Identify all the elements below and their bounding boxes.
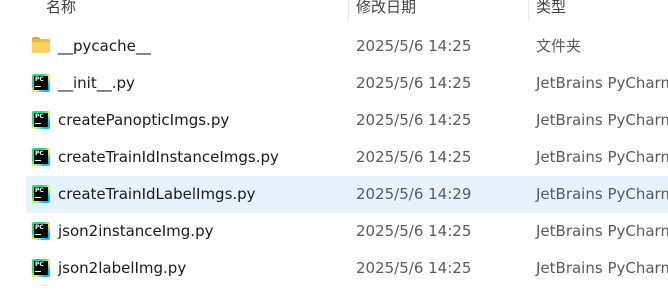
file-type: JetBrains PyCharm <box>536 111 668 129</box>
file-type: JetBrains PyCharm <box>536 74 668 92</box>
file-name: __pycache__ <box>58 37 151 55</box>
file-date: 2025/5/6 14:25 <box>356 222 472 240</box>
file-name: createPanopticImgs.py <box>58 111 230 129</box>
file-name: createTrainIdInstanceImgs.py <box>58 148 279 166</box>
column-header-name[interactable]: 名称 <box>46 0 76 20</box>
column-header-type[interactable]: 类型 <box>536 0 566 20</box>
file-type: JetBrains PyCharm <box>536 185 668 203</box>
column-header-date[interactable]: 修改日期 <box>356 0 416 20</box>
file-date: 2025/5/6 14:25 <box>356 259 472 277</box>
file-type: 文件夹 <box>536 37 582 55</box>
file-row-pycache[interactable]: __pycache__ 2025/5/6 14:25 文件夹 <box>0 28 668 65</box>
file-date: 2025/5/6 14:25 <box>356 37 472 55</box>
file-row-create-trainid-label[interactable]: PC createTrainIdLabelImgs.py 2025/5/6 14… <box>0 176 668 213</box>
file-name: createTrainIdLabelImgs.py <box>58 185 256 203</box>
file-date: 2025/5/6 14:25 <box>356 74 472 92</box>
pycharm-file-icon: PC <box>32 74 50 92</box>
column-divider[interactable] <box>348 0 349 20</box>
folder-icon <box>32 37 50 55</box>
file-date: 2025/5/6 14:25 <box>356 148 472 166</box>
file-row-json2instance[interactable]: PC json2instanceImg.py 2025/5/6 14:25 Je… <box>0 213 668 250</box>
pycharm-file-icon: PC <box>32 185 50 203</box>
file-type: JetBrains PyCharm <box>536 259 668 277</box>
file-name: json2labelImg.py <box>58 259 187 277</box>
pycharm-file-icon: PC <box>32 148 50 166</box>
file-date: 2025/5/6 14:25 <box>356 111 472 129</box>
file-row-create-panoptic[interactable]: PC createPanopticImgs.py 2025/5/6 14:25 … <box>0 102 668 139</box>
file-explorer: 名称 修改日期 类型 __pycache__ 2025/5/6 14:25 文件… <box>0 0 668 305</box>
file-list: __pycache__ 2025/5/6 14:25 文件夹 PC __init… <box>0 28 668 287</box>
file-name: __init__.py <box>58 74 135 92</box>
file-row-json2label[interactable]: PC json2labelImg.py 2025/5/6 14:25 JetBr… <box>0 250 668 287</box>
file-name: json2instanceImg.py <box>58 222 214 240</box>
column-header: 名称 修改日期 类型 <box>0 0 668 20</box>
file-type: JetBrains PyCharm <box>536 148 668 166</box>
pycharm-file-icon: PC <box>32 222 50 240</box>
file-row-create-trainid-instance[interactable]: PC createTrainIdInstanceImgs.py 2025/5/6… <box>0 139 668 176</box>
file-type: JetBrains PyCharm <box>536 222 668 240</box>
column-divider[interactable] <box>528 0 529 20</box>
pycharm-file-icon: PC <box>32 259 50 277</box>
file-row-init[interactable]: PC __init__.py 2025/5/6 14:25 JetBrains … <box>0 65 668 102</box>
file-date: 2025/5/6 14:29 <box>356 185 472 203</box>
pycharm-file-icon: PC <box>32 111 50 129</box>
